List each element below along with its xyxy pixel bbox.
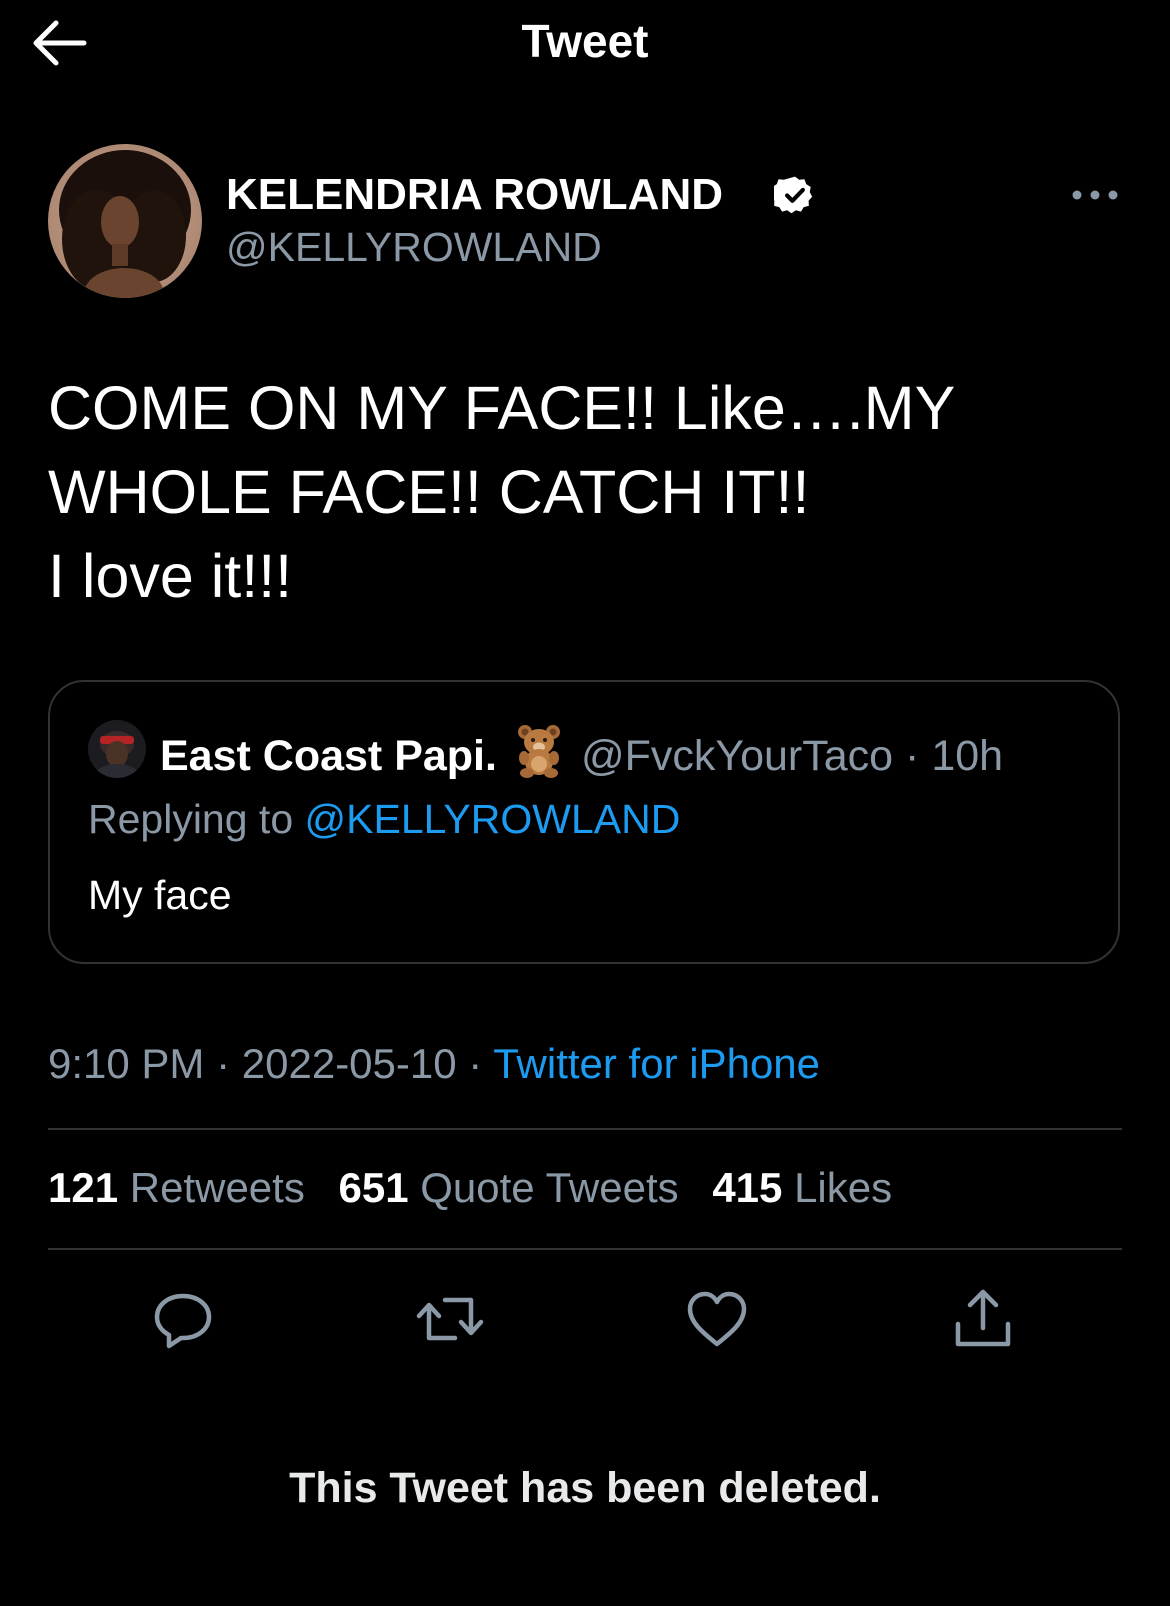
separator-dot: · [216,1040,231,1087]
quote-header: East Coast Papi. @FvckYourTaco · 10h [160,722,1003,781]
divider [48,1128,1122,1130]
reply-icon [154,1293,212,1349]
quote-tweets-stat[interactable]: 651 Quote Tweets [339,1164,679,1211]
verified-badge-icon [774,176,813,214]
tweet-text: COME ON MY FACE!! Like….MY WHOLE FACE!! … [48,366,1118,618]
reply-button[interactable] [148,1284,218,1354]
tweet-date[interactable]: 2022-05-10 [242,1040,457,1087]
retweet-icon [416,1297,484,1341]
avatar[interactable] [48,144,202,298]
tweet-source-link[interactable]: Twitter for iPhone [493,1040,820,1087]
quote-author-handle[interactable]: @FvckYourTaco [581,732,893,780]
retweets-count: 121 [48,1164,119,1211]
separator-dot: · [468,1040,483,1087]
quoted-tweet-card[interactable]: East Coast Papi. @FvckYourTaco · 10h Rep… [48,680,1120,964]
separator-dot: · [905,732,920,780]
quote-tweets-label: Quote Tweets [420,1164,679,1211]
tweet-text-line: WHOLE FACE!! CATCH IT!! [48,458,810,526]
teddy-bear-icon [517,725,560,778]
quote-avatar [88,720,146,778]
share-button[interactable] [948,1284,1018,1354]
author-name[interactable]: KELENDRIA ROWLAND [226,170,723,220]
retweet-button[interactable] [415,1284,485,1354]
quote-text: My face [88,872,232,918]
tweet-author: KELENDRIA ROWLAND @KELLYROWLAND [48,144,1123,300]
replying-to-label: Replying to [88,796,294,842]
tweet-text-line: I love it!!! [48,542,293,610]
deleted-tweet-notice: This Tweet has been deleted. [289,1464,881,1512]
top-bar: Tweet [0,0,1170,86]
share-icon [955,1289,1011,1347]
more-options-button[interactable] [1070,180,1120,210]
quote-tweets-count: 651 [338,1164,409,1211]
retweets-stat[interactable]: 121 Retweets [48,1164,305,1211]
divider [48,1248,1122,1250]
more-horizontal-icon [1072,190,1118,200]
tweet-metadata: 9:10 PM · 2022-05-10 · Twitter for iPhon… [48,1040,820,1088]
mention-link[interactable]: @KELLYROWLAND [305,796,681,842]
likes-stat[interactable]: 415 Likes [712,1164,892,1211]
page-title: Tweet [521,15,649,67]
author-handle[interactable]: @KELLYROWLAND [226,224,602,271]
likes-label: Likes [794,1164,893,1211]
like-icon [687,1291,747,1347]
like-button[interactable] [682,1284,752,1354]
replying-to: Replying to @KELLYROWLAND [88,796,680,843]
tweet-time[interactable]: 9:10 PM [48,1040,204,1087]
quote-author-name[interactable]: East Coast Papi. [160,732,497,780]
tweet-text-line: COME ON MY FACE!! Like….MY [48,374,956,442]
quote-timestamp[interactable]: 10h [931,732,1003,780]
likes-count: 415 [712,1164,783,1211]
retweets-label: Retweets [129,1164,305,1211]
engagement-stats: 121 Retweets 651 Quote Tweets 415 Likes [48,1164,914,1212]
